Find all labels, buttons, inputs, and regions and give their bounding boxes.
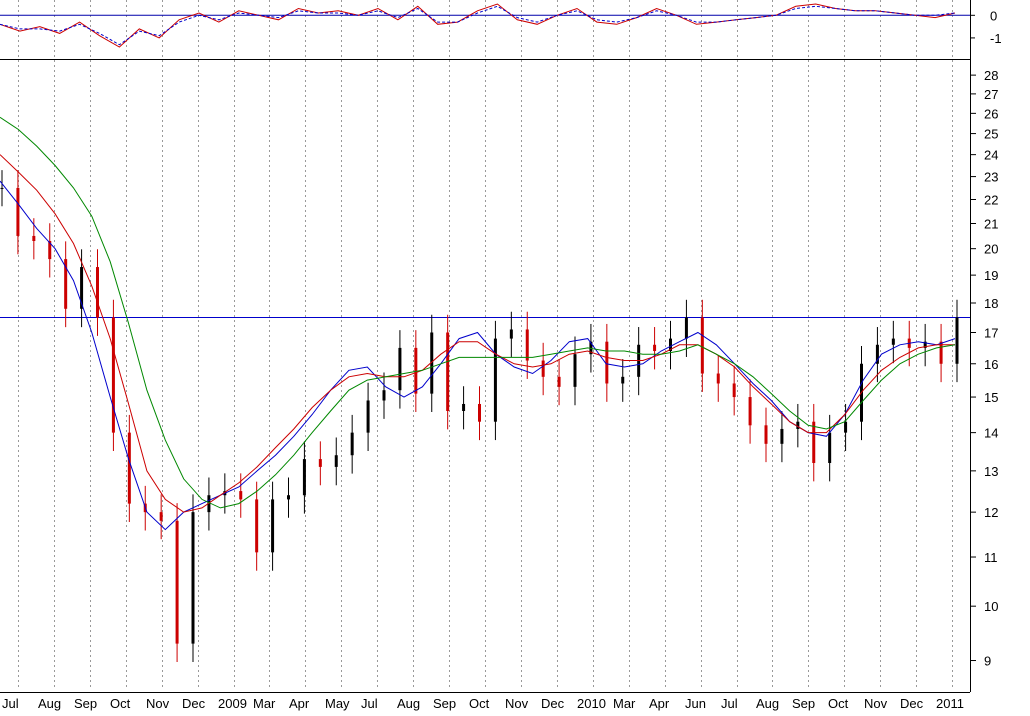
price-tick-label: 23: [984, 170, 998, 185]
candle-body: [525, 329, 529, 361]
price-tick-label: 9: [984, 654, 991, 669]
x-tick-label: Sep: [433, 696, 456, 711]
price-tick-label: 10: [984, 599, 998, 614]
candle-body: [780, 428, 784, 444]
candle-body: [462, 403, 466, 411]
price-tick-label: 18: [984, 296, 998, 311]
x-tick-label: Nov: [146, 696, 170, 711]
candle-body: [748, 397, 752, 426]
price-tick-label: 20: [984, 242, 998, 257]
candle-body: [446, 332, 450, 411]
x-tick-label: Oct: [828, 696, 849, 711]
x-tick-label: Jul: [361, 696, 378, 711]
price-tick-label: 17: [984, 325, 998, 340]
candle-body: [271, 499, 275, 553]
x-tick-label: Oct: [110, 696, 131, 711]
candle-body: [334, 455, 338, 467]
x-tick-label: 2009: [218, 696, 247, 711]
candle-body: [478, 403, 481, 422]
x-tick-label: Mar: [613, 696, 636, 711]
x-tick-label: Apr: [649, 696, 670, 711]
price-tick-label: 14: [984, 426, 998, 441]
x-tick-label: Jun: [685, 696, 706, 711]
x-tick-label: Jul: [721, 696, 738, 711]
candle-body: [573, 354, 577, 387]
x-tick-label: Dec: [182, 696, 206, 711]
x-tick-label: 2011: [936, 696, 964, 711]
osc-tick-label: -1: [990, 31, 1002, 46]
candle-body: [111, 317, 115, 433]
price-tick-label: 26: [984, 106, 998, 121]
candle-body: [255, 499, 259, 553]
x-tick-label: Dec: [541, 696, 565, 711]
price-tick-label: 28: [984, 68, 998, 83]
candle-body: [684, 317, 688, 339]
candle-body: [955, 317, 959, 364]
osc-tick-label: 0: [990, 8, 997, 23]
candle-body: [239, 491, 243, 500]
x-tick-label: May: [325, 696, 350, 711]
x-tick-label: Aug: [756, 696, 779, 711]
candle-body: [509, 329, 513, 339]
candle-body: [653, 344, 657, 352]
candle-body: [812, 421, 816, 463]
candle-body: [891, 338, 895, 345]
price-tick-label: 11: [984, 550, 998, 565]
price-tick-label: 16: [984, 357, 998, 372]
price-tick-label: 21: [984, 217, 998, 232]
candle-body: [127, 432, 131, 504]
x-tick-label: Jul: [2, 696, 19, 711]
candle-body: [844, 421, 848, 433]
candle-body: [716, 373, 720, 384]
candle-body: [350, 432, 354, 456]
candle-body: [0, 187, 4, 189]
candle-body: [493, 338, 497, 422]
candle-body: [302, 459, 306, 496]
candle-body: [191, 512, 195, 644]
price-tick-label: 15: [984, 390, 998, 405]
x-tick-label: Sep: [74, 696, 97, 711]
x-tick-label: Aug: [38, 696, 61, 711]
candle-body: [287, 495, 290, 500]
candle-body: [541, 360, 545, 377]
x-tick-label: Nov: [864, 696, 888, 711]
candle-body: [382, 390, 386, 401]
candle-body: [621, 376, 625, 384]
candle-body: [175, 520, 179, 644]
stock-chart: Jul Aug Sep Oct Nov Dec 2009 Mar Apr May Jul Aug Sep…: [0, 0, 1030, 711]
x-tick-label: Oct: [469, 696, 490, 711]
x-tick-label: 2010: [577, 696, 606, 711]
price-tick-label: 19: [984, 268, 998, 283]
x-tick-label: Sep: [792, 696, 815, 711]
price-tick-label: 12: [984, 505, 998, 520]
candle-body: [828, 432, 832, 463]
price-tick-label: 24: [984, 148, 998, 163]
chart-svg: Jul Aug Sep Oct Nov Dec 2009 Mar Apr May Jul Aug Sep…: [0, 0, 1030, 711]
price-tick-label: 27: [984, 87, 998, 102]
price-tick-label: 25: [984, 127, 998, 142]
price-tick-label: 13: [984, 464, 998, 479]
x-tick-label: Dec: [900, 696, 924, 711]
candle-body: [16, 187, 20, 236]
candle-body: [557, 376, 561, 387]
x-tick-label: Nov: [505, 696, 529, 711]
candle-body: [764, 425, 768, 444]
x-tick-label: Mar: [253, 696, 276, 711]
candle-body: [366, 400, 370, 433]
candle-body: [700, 317, 704, 374]
candle-body: [96, 267, 99, 318]
x-tick-label: Aug: [397, 696, 420, 711]
candle-body: [32, 235, 36, 241]
candle-body: [398, 347, 402, 391]
candle-body: [159, 512, 163, 521]
x-tick-label: Apr: [289, 696, 310, 711]
candle-body: [732, 383, 736, 398]
price-tick-label: 22: [984, 193, 998, 208]
candle-body: [318, 459, 322, 467]
